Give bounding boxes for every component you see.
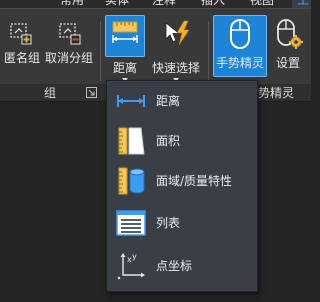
svg-text:y: y [132,252,137,261]
panel-title-gesture: 势精灵 [258,86,295,100]
anonymous-group-icon [10,23,32,45]
ungroup-icon [59,23,81,45]
menu-item-point-coordinates[interactable]: x y 点坐标 [107,246,257,286]
settings-button[interactable]: 设置 [271,15,307,77]
menu-item-label: 面积 [156,134,181,148]
menu-item-list[interactable]: 列表 [107,203,257,243]
panel-title-group: 组 [44,86,57,100]
menu-item-distance[interactable]: 距离 [107,81,257,121]
distance-icon [112,21,138,43]
menu-item-label: 距离 [156,94,181,108]
distance-split-button[interactable]: 距离 [105,15,145,83]
ribbon-panel: 匿名组 取消分组 距离 快速选择 手势精灵 设置 [0,8,311,84]
settings-label: 设置 [276,56,301,70]
anonymous-group-label: 匿名组 [4,51,41,65]
region-mass-properties-icon [118,167,145,195]
tab-home[interactable]: 常用 [60,0,84,7]
tab-view[interactable]: 视图 [250,0,274,7]
ribbon-separator [100,21,101,81]
panel-launcher-icon[interactable] [86,87,97,98]
tab-insert[interactable]: 插入 [201,0,225,7]
quick-select-button[interactable]: 快速选择 [150,15,202,83]
tab-tools[interactable]: 工 [297,0,309,7]
ungroup-button[interactable]: 取消分组 [44,17,96,73]
tab-solid[interactable]: 实体 [105,0,129,7]
cad-window: 常用 实体 注释 插入 视图 工 匿名组 取消分组 距离 快速选择 手势精灵 设… [0,0,311,302]
area-icon [118,127,145,155]
quick-select-icon [165,20,190,46]
menu-item-area[interactable]: 面积 [107,121,257,161]
quick-select-label: 快速选择 [152,61,201,75]
distance-icon [117,95,145,107]
menu-item-label: 列表 [156,216,181,230]
distance-dropdown-menu: 距离 面积 面域/质量特性 列表 x y 点坐标 [106,80,258,292]
menu-item-region-mass[interactable]: 面域/质量特性 [107,161,257,201]
distance-label: 距离 [113,61,138,75]
ungroup-label: 取消分组 [45,51,94,65]
gesture-wizard-label: 手势精灵 [216,56,265,70]
tab-annotate[interactable]: 注释 [152,0,176,7]
menu-item-label: 面域/质量特性 [156,174,233,188]
mouse-icon [230,19,250,49]
list-icon [116,210,146,236]
gesture-wizard-button[interactable]: 手势精灵 [213,15,267,77]
ribbon-separator [208,21,209,81]
menu-item-label: 点坐标 [156,259,193,273]
mouse-gear-icon [277,19,303,49]
ribbon-tab-strip: 常用 实体 注释 插入 视图 工 [0,0,311,8]
point-coordinates-icon: x y [117,252,145,280]
anonymous-group-button[interactable]: 匿名组 [2,17,40,73]
